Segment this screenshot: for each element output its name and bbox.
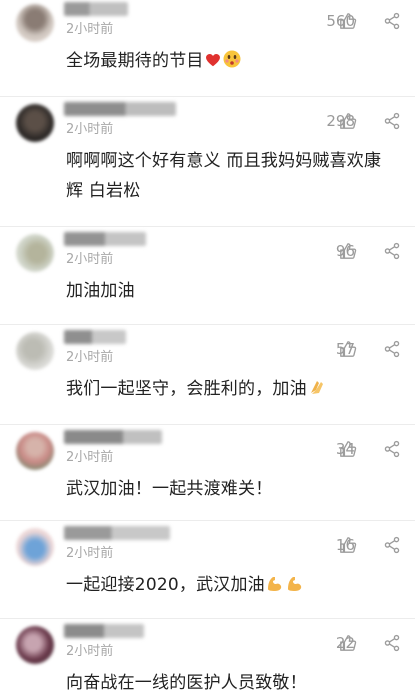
username-blurred[interactable] [64, 232, 146, 246]
comment-item: 2小时前 22 向奋战在一线的医护人员致敬！ [0, 622, 415, 700]
comment-item: 2小时前 96 加油加油 [0, 230, 415, 323]
comment-text: 武汉加油！一起共渡难关！ [66, 479, 273, 499]
comment-time: 2小时前 [66, 122, 114, 137]
thumbs-up-icon[interactable] [339, 112, 357, 130]
thumbs-up-icon[interactable] [339, 440, 357, 458]
thumbs-up-icon[interactable] [339, 634, 357, 652]
divider [0, 424, 415, 425]
comment-item: 2小时前 16 一起迎接2020，武汉加油 [0, 524, 415, 617]
comment-text: 一起迎接2020，武汉加油 [66, 570, 401, 600]
avatar[interactable] [16, 104, 54, 142]
comment-time: 2小时前 [66, 350, 114, 365]
comment-time: 2小时前 [66, 22, 114, 37]
share-icon[interactable] [383, 536, 401, 554]
avatar[interactable] [16, 528, 54, 566]
share-icon[interactable] [383, 112, 401, 130]
comment-item: 2小时前 560 全场最期待的节目 [0, 0, 415, 95]
divider [0, 96, 415, 97]
avatar[interactable] [16, 332, 54, 370]
share-icon[interactable] [383, 440, 401, 458]
share-icon[interactable] [383, 12, 401, 30]
comment-time: 2小时前 [66, 252, 114, 267]
divider [0, 226, 415, 227]
avatar[interactable] [16, 234, 54, 272]
comment-time: 2小时前 [66, 450, 114, 465]
thumbs-up-icon[interactable] [339, 242, 357, 260]
comment-time: 2小时前 [66, 644, 114, 659]
thumbs-up-icon[interactable] [339, 340, 357, 358]
username-blurred[interactable] [64, 430, 162, 444]
username-blurred[interactable] [64, 102, 176, 116]
divider [0, 520, 415, 521]
username-blurred[interactable] [64, 624, 144, 638]
comment-text: 向奋战在一线的医护人员致敬！ [66, 673, 307, 693]
comment-list: 2小时前 560 全场最期待的节目 2小时前 298 啊啊啊这个好有意义 而且我… [0, 0, 415, 700]
comment-item: 2小时前 34 武汉加油！一起共渡难关！ [0, 428, 415, 519]
avatar[interactable] [16, 432, 54, 470]
comment-item: 2小时前 57 我们一起坚守，会胜利的，加油 [0, 328, 415, 423]
divider [0, 618, 415, 619]
heart-icon [205, 53, 220, 67]
thumbs-up-icon[interactable] [339, 536, 357, 554]
thumbs-up-icon[interactable] [339, 12, 357, 30]
comment-text: 加油加油 [66, 281, 135, 301]
username-blurred[interactable] [64, 2, 128, 16]
praying-hands-icon [310, 381, 323, 394]
comment-text: 啊啊啊这个好有意义 而且我妈妈贼喜欢康辉 白岩松 [66, 151, 382, 201]
comment-time: 2小时前 [66, 546, 114, 561]
share-icon[interactable] [383, 242, 401, 260]
divider [0, 324, 415, 325]
kiss-face-icon [223, 50, 241, 68]
comment-text: 我们一起坚守，会胜利的，加油 [66, 374, 401, 404]
flexed-biceps-icon [267, 577, 282, 591]
avatar[interactable] [16, 4, 54, 42]
share-icon[interactable] [383, 634, 401, 652]
flexed-biceps-icon [287, 577, 302, 591]
comment-item: 2小时前 298 啊啊啊这个好有意义 而且我妈妈贼喜欢康辉 白岩松 [0, 100, 415, 225]
username-blurred[interactable] [64, 330, 126, 344]
share-icon[interactable] [383, 340, 401, 358]
avatar[interactable] [16, 626, 54, 664]
username-blurred[interactable] [64, 526, 170, 540]
comment-text: 全场最期待的节目 [66, 46, 401, 76]
